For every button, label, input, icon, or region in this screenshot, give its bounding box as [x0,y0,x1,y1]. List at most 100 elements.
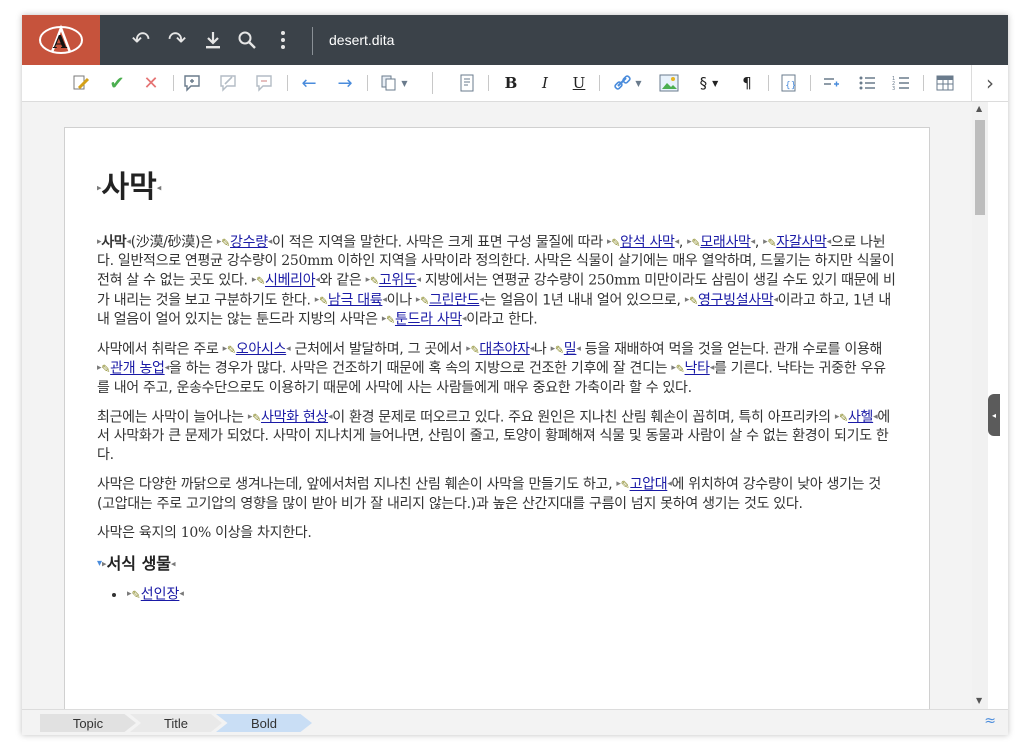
xref-pencil-icon[interactable]: ✎ [386,314,395,327]
add-comment-icon[interactable] [182,72,204,94]
insert-list-item-icon[interactable] [820,72,842,94]
toolbar-separator [173,75,174,91]
cross-reference-link[interactable]: 낙타 [685,361,710,377]
xref-pencil-icon[interactable]: ✎ [691,236,700,249]
text-run: 지방에서는 연평균 강수량이 [420,272,589,289]
cross-reference-link[interactable]: 강수량 [230,234,268,250]
reject-change-icon[interactable]: ✕ [140,72,162,94]
xref-pencil-icon[interactable]: ✎ [767,236,776,249]
scroll-thumb[interactable] [975,120,985,215]
breadcrumb-title[interactable]: Title [130,714,222,732]
insert-reference-icon[interactable] [456,72,478,94]
xref-pencil-icon[interactable]: ✎ [132,589,141,602]
xref-pencil-icon[interactable]: ✎ [839,411,848,424]
text-run: 나 [533,341,551,357]
section-dropdown-button[interactable]: § ▼ [692,72,726,94]
xref-pencil-icon[interactable]: ✎ [227,343,236,356]
section-title[interactable]: ▾▸서식 생물◂ [97,553,897,576]
previous-change-icon[interactable]: ← [298,72,320,94]
list-item[interactable]: ▸✎선인장◂ [127,585,897,605]
paragraph-button[interactable]: ¶ [736,72,758,94]
bulleted-list-icon[interactable] [856,72,878,94]
cross-reference-link[interactable]: 암석 사막 [620,234,675,250]
xref-pencil-icon[interactable]: ✎ [676,363,685,376]
redo-icon[interactable]: ↷ [164,25,190,55]
underline-button[interactable]: U [568,72,590,94]
xref-pencil-icon[interactable]: ✎ [611,236,620,249]
cross-reference-link[interactable]: 자갈사막 [776,234,827,250]
expand-statusbar-icon[interactable]: ≈ [984,713,996,729]
next-change-icon[interactable]: → [334,72,356,94]
cross-reference-link[interactable]: 사헬 [848,409,873,425]
cross-reference-link[interactable]: 사막화 현상 [261,409,328,425]
bullet-list: ▸✎선인장◂ [97,585,897,605]
cross-reference-link[interactable]: 남극 대륙 [328,292,383,308]
cross-reference-link[interactable]: 관개 농업 [110,361,165,377]
paste-dropdown-icon[interactable]: ▼ [376,72,412,94]
text-run: 이나 [386,292,416,308]
text-run: 10% [180,524,212,541]
undo-icon[interactable]: ↶ [128,25,154,55]
title-separator [312,27,313,55]
cross-reference-link[interactable]: 툰드라 사막 [395,312,462,328]
vertical-scrollbar[interactable]: ▲ ▼ [972,102,988,709]
cross-reference-link[interactable]: 선인장 [141,587,180,603]
text-run: 최근에는 사막이 늘어나는 [97,409,248,425]
xref-pencil-icon[interactable]: ✎ [319,294,328,307]
edit-comment-icon[interactable] [218,72,240,94]
text-run: (沙漠/砂漠)은 [130,234,217,250]
cross-reference-link[interactable]: 오아시스 [236,341,287,357]
track-changes-icon[interactable] [70,72,92,94]
xref-pencil-icon[interactable]: ✎ [256,275,265,288]
scroll-up-icon[interactable]: ▲ [976,104,982,113]
toolbar-separator [923,75,924,91]
breadcrumb-topic[interactable]: Topic [40,714,136,732]
section-title-text: 서식 생물 [106,553,172,573]
side-panel-toggle-icon[interactable]: ◂ [988,394,1000,436]
more-icon[interactable] [270,25,296,55]
status-bar: Topic Title Bold ≈ [22,709,1008,735]
topic-title[interactable]: ▸사막◂ [97,168,897,209]
xref-pencil-icon[interactable]: ✎ [252,411,261,424]
paragraph[interactable]: 사막은 다양한 까닭으로 생겨나는데, 앞에서처럼 지나친 산림 훼손이 사막을… [97,475,897,514]
search-icon[interactable] [234,25,260,55]
xref-pencil-icon[interactable]: ✎ [621,479,630,492]
italic-button[interactable]: I [534,72,556,94]
app-logo[interactable]: A [22,15,100,65]
text-run: 사막은 다양한 까닭으로 생겨나는데, 앞에서처럼 지나친 산림 훼손이 사막을… [97,476,617,493]
cross-reference-link[interactable]: 영구빙설사막 [698,292,774,308]
scroll-down-icon[interactable]: ▼ [976,696,982,705]
bold-button[interactable]: B [500,72,522,94]
document-content[interactable]: ▸사막◂ ▸사막◂(沙漠/砂漠)은 ▸✎강수량◂이 적은 지역을 말한다. 사막… [97,168,897,605]
cross-reference-link[interactable]: 고압대 [630,477,668,493]
xref-pencil-icon[interactable]: ✎ [555,343,564,356]
cross-reference-link[interactable]: 시베리아 [265,273,316,289]
xref-pencil-icon[interactable]: ✎ [221,236,230,249]
toolbar-more-icon[interactable]: › [971,65,1008,101]
accept-change-icon[interactable]: ✔ [106,72,128,94]
cross-reference-link[interactable]: 대추야자 [479,341,530,357]
cross-reference-link[interactable]: 고위도 [379,273,417,289]
xref-pencil-icon[interactable]: ✎ [689,294,698,307]
cross-reference-link[interactable]: 그린란드 [429,292,480,308]
document-page[interactable]: ▸사막◂ ▸사막◂(沙漠/砂漠)은 ▸✎강수량◂이 적은 지역을 말한다. 사막… [64,127,930,709]
paragraph[interactable]: 사막은 육지의 10% 이상을 차지한다. [97,524,897,543]
download-icon[interactable] [200,25,226,55]
paragraph[interactable]: 사막에서 취락은 주로 ▸✎오아시스◂ 근처에서 발달하며, 그 곳에서 ▸✎대… [97,340,897,398]
paragraph[interactable]: ▸사막◂(沙漠/砂漠)은 ▸✎강수량◂이 적은 지역을 말한다. 사막은 크게 … [97,233,897,330]
cross-reference-link[interactable]: 모래사막 [700,234,751,250]
app-logo-icon: A [39,24,83,54]
xref-pencil-icon[interactable]: ✎ [370,275,379,288]
xref-pencil-icon[interactable]: ✎ [101,363,110,376]
insert-image-icon[interactable] [658,72,680,94]
numbered-list-icon[interactable]: 123 [890,72,912,94]
insert-table-icon[interactable] [934,72,956,94]
paragraph[interactable]: 최근에는 사막이 늘어나는 ▸✎사막화 현상◂이 환경 문제로 떠오르고 있다.… [97,408,897,466]
remove-comment-icon[interactable] [254,72,276,94]
insert-codeblock-icon[interactable]: {} [778,72,800,94]
link-dropdown-icon[interactable]: ▼ [610,72,646,94]
text-run: , [754,234,764,250]
xref-pencil-icon[interactable]: ✎ [420,294,429,307]
cross-reference-link[interactable]: 밀 [564,341,577,357]
breadcrumb-bold[interactable]: Bold [216,714,312,732]
